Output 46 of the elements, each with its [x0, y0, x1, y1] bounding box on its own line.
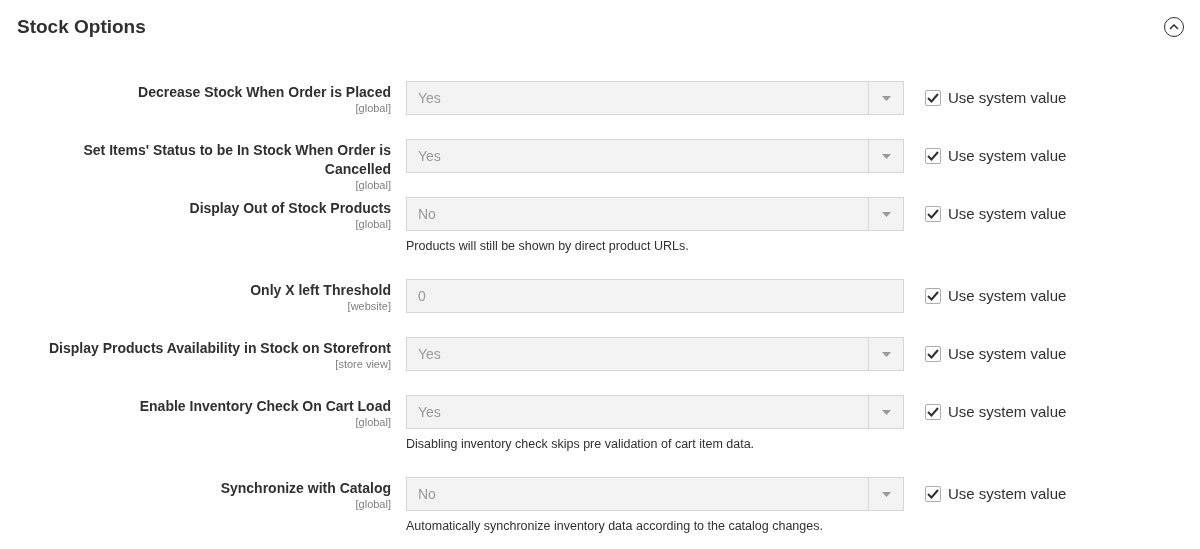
checkbox-label: Use system value — [948, 343, 1067, 364]
checkbox-label: Use system value — [948, 203, 1067, 224]
caret-icon — [881, 211, 891, 217]
checkbox-label: Use system value — [948, 285, 1067, 306]
field-label: Decrease Stock When Order is Placed — [138, 83, 391, 102]
checkbox-label: Use system value — [948, 483, 1067, 504]
checkbox[interactable] — [925, 288, 941, 304]
checkbox-label: Use system value — [948, 145, 1067, 166]
scope-label: [global] — [355, 416, 391, 429]
field-note: Products will still be shown by direct product URLs. — [406, 238, 690, 255]
caret-icon — [881, 95, 891, 101]
scope-label: [website] — [347, 300, 391, 313]
input-field[interactable]: 0 — [406, 279, 904, 313]
checkbox[interactable] — [925, 404, 941, 420]
field-note: Disabling inventory check skips pre validation of cart item data. — [406, 436, 756, 453]
dropdown-field[interactable]: Yes — [406, 139, 904, 173]
field-note: Automatically synchronize inventory data according to the catalog changes. — [406, 518, 824, 535]
field-label: Display Products Availability in Stock on Storefront — [48, 339, 391, 358]
dropdown-field[interactable]: No — [406, 197, 904, 231]
checkbox[interactable] — [925, 206, 941, 222]
scope-label: [store view] — [335, 358, 391, 371]
scope-label: [global] — [355, 218, 391, 231]
caret-icon — [881, 351, 891, 357]
dropdown-field[interactable]: Yes — [406, 81, 904, 115]
caret-icon — [881, 491, 891, 497]
field-label: Display Out of Stock Products — [189, 199, 391, 218]
field-label: Enable Inventory Check On Cart Load — [139, 397, 391, 416]
field-label: Set Items' Status to be In Stock When Order is Cancelled — [82, 141, 391, 179]
checkbox[interactable] — [925, 90, 941, 106]
checkbox[interactable] — [925, 346, 941, 362]
field-label: Synchronize with Catalog — [220, 479, 391, 498]
section-title: Stock Options — [17, 14, 146, 39]
dropdown-field[interactable]: Yes — [406, 395, 904, 429]
scope-label: [global] — [355, 102, 391, 115]
checkbox-label: Use system value — [948, 87, 1067, 108]
scope-label: [global] — [355, 179, 391, 192]
field-label: Only X left Threshold — [250, 281, 391, 300]
checkbox-label: Use system value — [948, 401, 1067, 422]
caret-icon — [881, 153, 891, 159]
caret-icon — [881, 409, 891, 415]
checkbox[interactable] — [925, 486, 941, 502]
dropdown-field[interactable]: No — [406, 477, 904, 511]
scope-label: [global] — [355, 498, 391, 511]
chevron-up-icon — [1169, 24, 1179, 30]
dropdown-field[interactable]: Yes — [406, 337, 904, 371]
checkbox[interactable] — [925, 148, 941, 164]
